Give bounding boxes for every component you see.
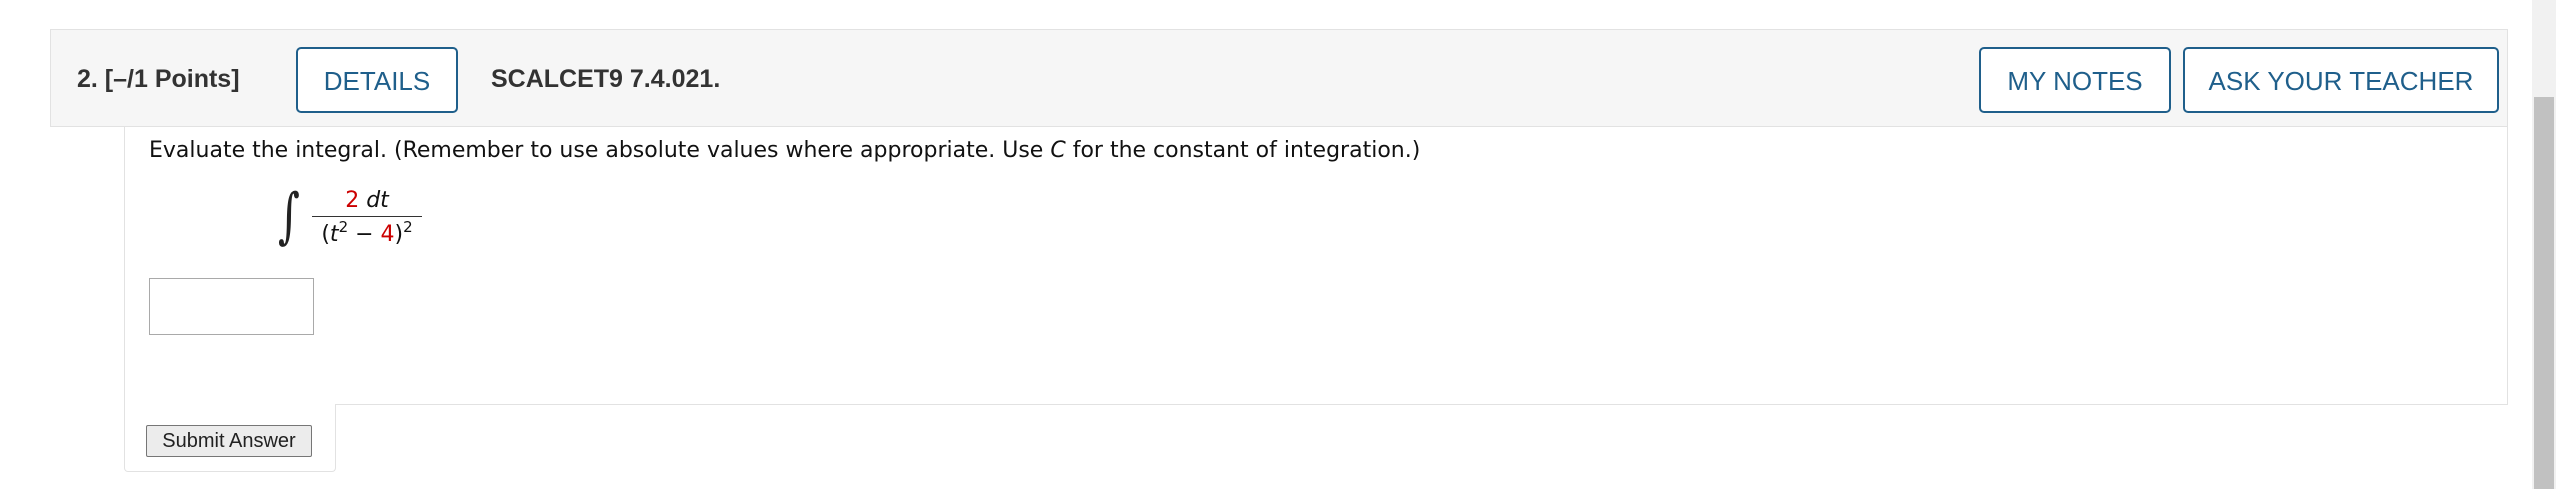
denominator-close-paren: ) bbox=[394, 222, 404, 247]
scrollbar-thumb[interactable] bbox=[2534, 97, 2554, 489]
my-notes-button[interactable]: MY NOTES bbox=[1979, 47, 2171, 113]
ask-your-teacher-button[interactable]: ASK YOUR TEACHER bbox=[2183, 47, 2499, 113]
details-button[interactable]: DETAILS bbox=[296, 47, 458, 113]
denominator-minus: − bbox=[348, 222, 381, 247]
instructions-text-start: Evaluate the integral. (Remember to use … bbox=[149, 138, 1051, 163]
question-code: SCALCET9 7.4.021. bbox=[491, 65, 721, 93]
submit-answer-button[interactable]: Submit Answer bbox=[146, 425, 312, 457]
page-scrollbar[interactable] bbox=[2532, 0, 2556, 489]
question-header: 2. [–/1 Points] DETAILS SCALCET9 7.4.021… bbox=[50, 29, 2508, 127]
instructions-text-end: for the constant of integration.) bbox=[1065, 138, 1421, 163]
constant-variable: C bbox=[1050, 138, 1066, 163]
answer-input[interactable] bbox=[149, 278, 314, 335]
numerator-coefficient: 2 bbox=[345, 188, 360, 213]
integrand-fraction: 2 dt (t2 − 4)2 bbox=[312, 186, 422, 251]
denominator-outer-exponent: 2 bbox=[403, 218, 413, 236]
denominator-open-paren: ( bbox=[321, 222, 330, 247]
denominator-inner-exponent: 2 bbox=[338, 218, 349, 236]
question-points: 2. [–/1 Points] bbox=[77, 65, 240, 93]
fraction-denominator: (t2 − 4)2 bbox=[312, 217, 422, 251]
question-body bbox=[124, 127, 2508, 405]
integral-sign: ∫ bbox=[278, 181, 300, 251]
denominator-variable: t bbox=[329, 222, 339, 247]
denominator-constant: 4 bbox=[380, 222, 395, 247]
fraction-numerator: 2 dt bbox=[312, 186, 422, 216]
question-instructions: Evaluate the integral. (Remember to use … bbox=[149, 138, 1420, 163]
numerator-differential: dt bbox=[366, 188, 389, 213]
